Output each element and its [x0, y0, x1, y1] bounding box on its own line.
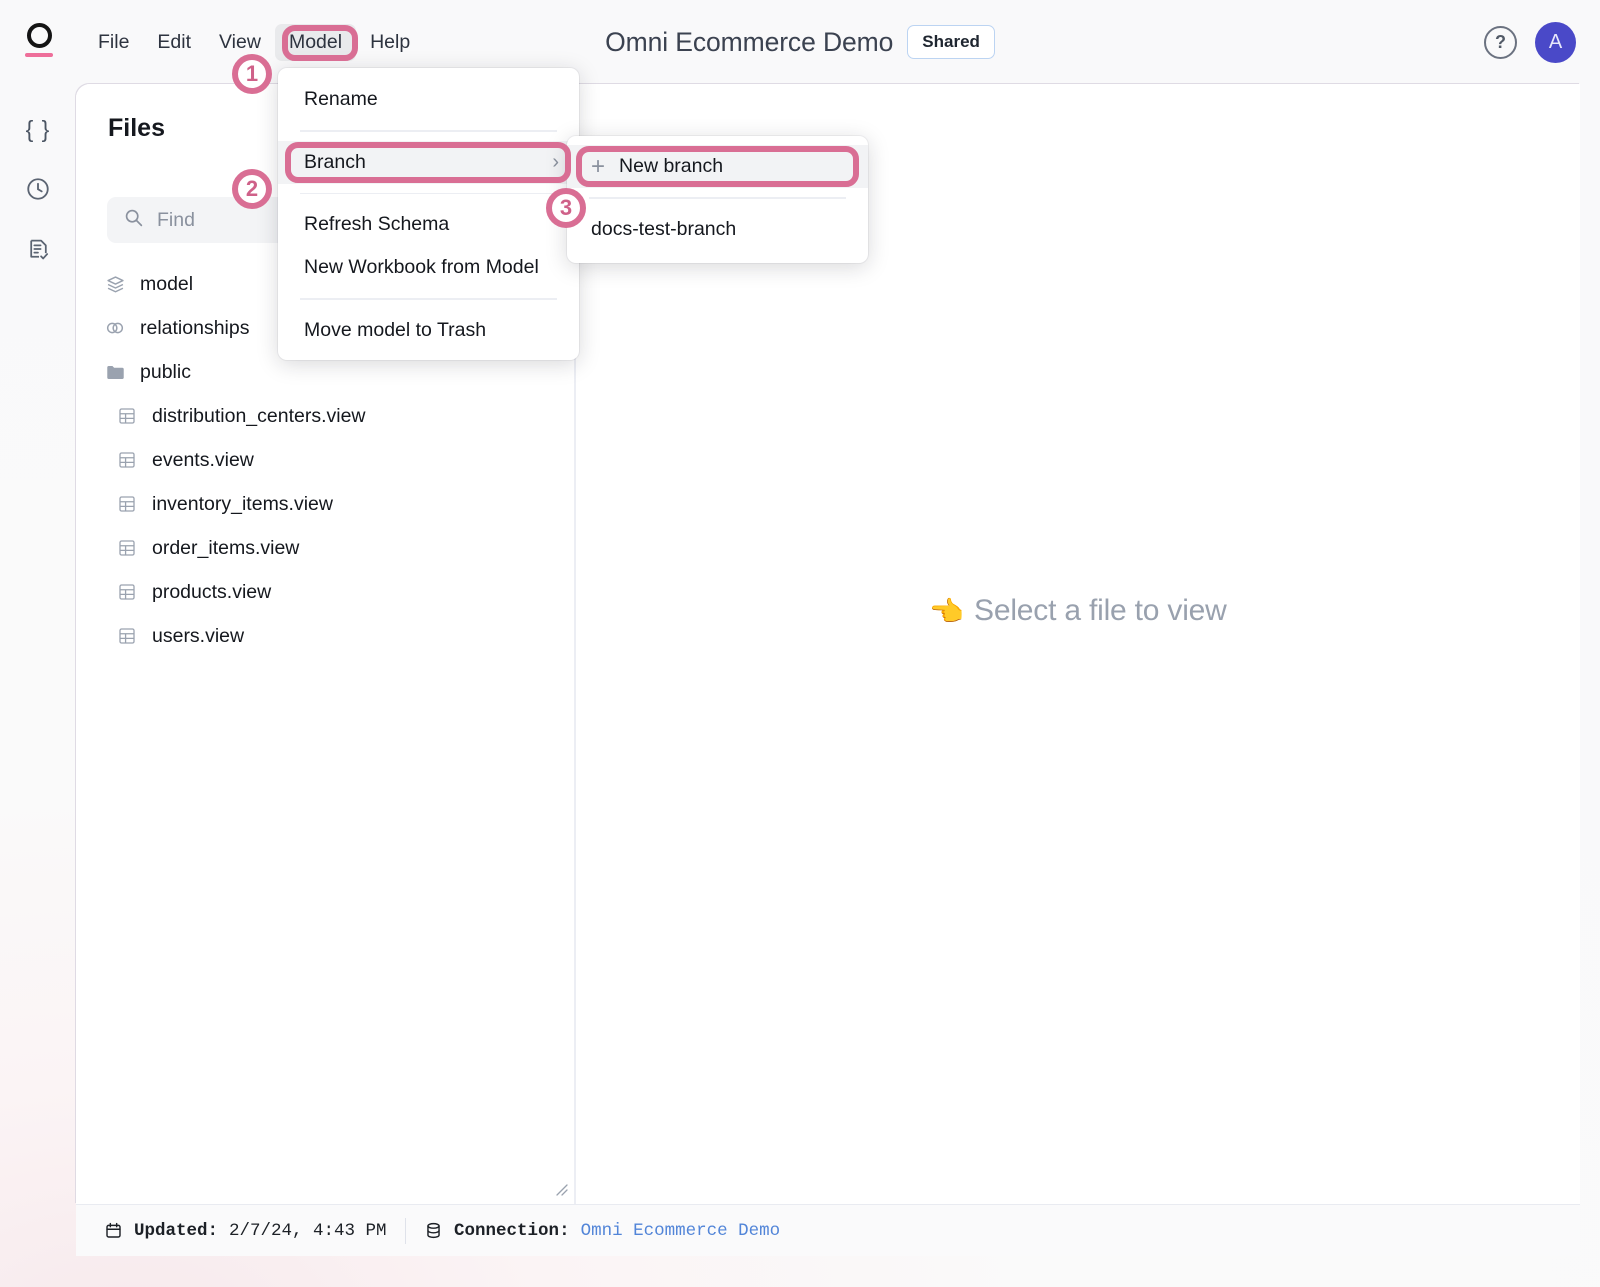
file-tree-item-label: products.view — [152, 581, 271, 604]
menu-item-label: Branch — [304, 151, 366, 174]
link-rings-icon — [104, 317, 126, 339]
table-icon — [116, 405, 138, 427]
submenu-item-label: New branch — [619, 155, 723, 178]
menu-separator — [300, 193, 557, 195]
plus-icon: + — [591, 155, 605, 179]
status-updated-label: Updated: — [134, 1221, 218, 1241]
pointing-left-hand-icon: 👈 — [929, 595, 964, 628]
branch-submenu: + New branch docs-test-branch — [567, 136, 868, 263]
file-tree-item-events[interactable]: events.view — [76, 438, 574, 482]
status-connection: Connection: Omni Ecommerce Demo — [424, 1221, 780, 1241]
search-placeholder: Find — [157, 209, 195, 232]
calendar-icon — [104, 1221, 123, 1240]
table-icon — [116, 449, 138, 471]
menu-item-refresh-schema[interactable]: Refresh Schema — [278, 203, 579, 246]
clock-history-icon[interactable] — [21, 172, 55, 206]
file-tree-item-label: relationships — [140, 317, 249, 340]
folder-icon — [104, 361, 126, 383]
menu-view[interactable]: View — [205, 24, 275, 61]
avatar[interactable]: A — [1535, 22, 1576, 63]
menu-edit[interactable]: Edit — [143, 24, 205, 61]
menu-item-label: Rename — [304, 88, 378, 111]
status-connection-value[interactable]: Omni Ecommerce Demo — [581, 1221, 781, 1241]
logo-underline — [25, 53, 53, 57]
model-menu-button[interactable]: Model — [275, 24, 356, 61]
table-icon — [116, 581, 138, 603]
layers-icon — [104, 273, 126, 295]
table-icon — [116, 537, 138, 559]
top-bar: File Edit View Model Help Omni Ecommerce… — [0, 0, 1600, 84]
file-tree-item-label: public — [140, 361, 191, 384]
status-bar: Updated: 2/7/24, 4:43 PM Connection: Omn… — [76, 1204, 1580, 1256]
document-check-icon[interactable] — [21, 232, 55, 266]
file-tree-item-label: distribution_centers.view — [152, 405, 366, 428]
top-bar-actions: ? A — [1484, 0, 1576, 84]
file-tree-item-label: order_items.view — [152, 537, 299, 560]
viewer-empty-text: Select a file to view — [974, 594, 1227, 628]
search-icon — [123, 207, 144, 233]
file-tree-item-label: model — [140, 273, 193, 296]
menu-item-new-workbook-from-model[interactable]: New Workbook from Model — [278, 246, 579, 289]
file-tree-item-users[interactable]: users.view — [76, 614, 574, 658]
chevron-right-icon: › — [552, 152, 559, 172]
shared-status-badge[interactable]: Shared — [907, 25, 995, 59]
left-rail: { } — [0, 84, 76, 1287]
menu-item-label: Move model to Trash — [304, 319, 486, 342]
menu-separator — [300, 130, 557, 132]
code-braces-glyph: { } — [26, 116, 51, 143]
model-dropdown-menu: Rename Branch › Refresh Schema New Workb… — [278, 68, 579, 360]
status-divider — [405, 1218, 407, 1244]
code-braces-icon[interactable]: { } — [21, 112, 55, 146]
file-tree-item-label: inventory_items.view — [152, 493, 333, 516]
file-tree-item-label: users.view — [152, 625, 244, 648]
status-updated-value: 2/7/24, 4:43 PM — [229, 1221, 387, 1241]
menu-item-rename[interactable]: Rename — [278, 78, 579, 121]
submenu-branch-docs-test-branch[interactable]: docs-test-branch — [567, 208, 868, 251]
page-title: Omni Ecommerce Demo — [605, 27, 893, 58]
table-icon — [116, 493, 138, 515]
file-tree-item-distribution-centers[interactable]: distribution_centers.view — [76, 394, 574, 438]
submenu-new-branch[interactable]: + New branch — [567, 145, 868, 188]
menu-item-move-model-to-trash[interactable]: Move model to Trash — [278, 309, 579, 352]
logo-ring — [27, 23, 52, 48]
files-panel-title: Files — [108, 114, 165, 143]
menu-help[interactable]: Help — [356, 24, 424, 61]
question-mark-circle-icon[interactable]: ? — [1484, 26, 1517, 59]
menu-file[interactable]: File — [84, 24, 143, 61]
menu-item-label: New Workbook from Model — [304, 256, 539, 279]
resize-corner-icon[interactable] — [552, 1180, 568, 1196]
database-icon — [424, 1221, 443, 1240]
menu-item-branch[interactable]: Branch › — [278, 141, 579, 184]
menu-item-label: Refresh Schema — [304, 213, 449, 236]
viewer-empty-state: 👈 Select a file to view — [929, 594, 1226, 628]
file-tree-item-label: events.view — [152, 449, 254, 472]
omni-logo-icon[interactable] — [22, 22, 56, 60]
menu-separator — [300, 298, 557, 300]
table-icon — [116, 625, 138, 647]
file-tree-item-order-items[interactable]: order_items.view — [76, 526, 574, 570]
submenu-item-label: docs-test-branch — [591, 218, 736, 241]
status-updated: Updated: 2/7/24, 4:43 PM — [104, 1221, 387, 1241]
menu-separator — [589, 197, 846, 199]
file-tree-item-inventory-items[interactable]: inventory_items.view — [76, 482, 574, 526]
file-tree-item-products[interactable]: products.view — [76, 570, 574, 614]
status-connection-label: Connection: — [454, 1221, 570, 1241]
